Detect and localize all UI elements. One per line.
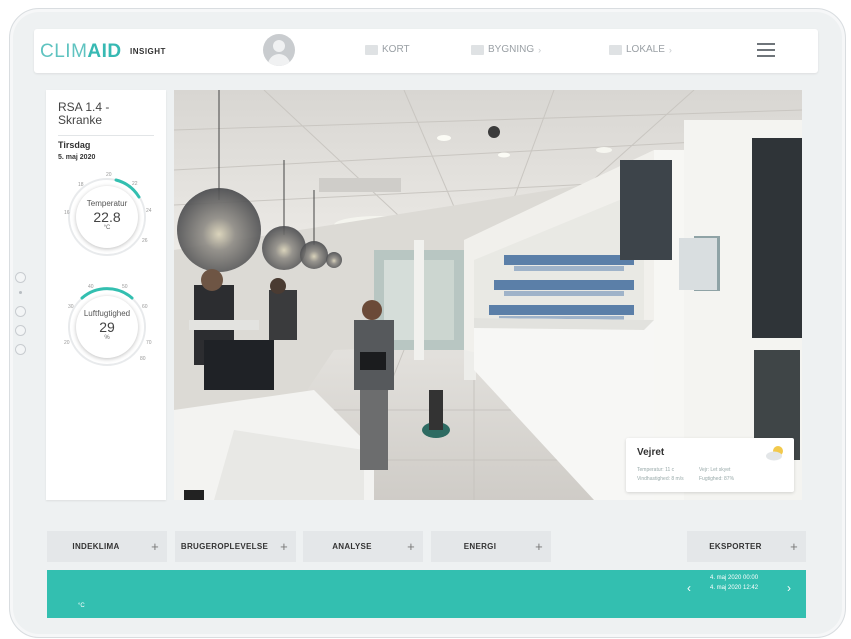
tablet-dot <box>18 291 22 294</box>
weather-temperature: Temperatur: 11 c <box>637 467 675 473</box>
temperature-value: 22.8 <box>93 209 121 225</box>
tab-energi[interactable]: ENERGI + <box>431 531 551 562</box>
plus-icon: + <box>280 539 288 554</box>
date-range-start: 4. maj 2020 00:00 <box>710 575 759 581</box>
tab-label: EKSPORTER <box>709 542 762 551</box>
tablet-button <box>14 306 26 317</box>
tablet-side-buttons <box>14 272 26 363</box>
plus-icon: + <box>535 539 543 554</box>
gauge-tick: 50 <box>122 284 128 290</box>
nav-item-label: BYGNING <box>488 44 535 55</box>
humidity-readout: Luftfugtighed 29 % <box>76 296 138 358</box>
current-date: 5. maj 2020 <box>58 154 96 161</box>
hamburger-menu-icon[interactable] <box>757 43 775 61</box>
temperature-gauge: 20 22 24 26 18 16 Temperatur 22.8 °C <box>62 172 152 262</box>
weather-card[interactable]: Vejret Temperatur: 11 c Vindhastighed: 8… <box>626 438 794 492</box>
tab-label: ENERGI <box>463 542 497 551</box>
nav-item-label: LOKALE <box>626 44 665 55</box>
humidity-label: Luftfugtighed <box>83 309 131 318</box>
plus-icon: + <box>790 539 798 554</box>
partly-cloudy-icon <box>766 446 783 461</box>
tab-label: ANALYSE <box>332 542 372 551</box>
location-name: RSA 1.4 - Skranke <box>58 100 110 127</box>
temperature-readout: Temperatur 22.8 °C <box>76 186 138 248</box>
tablet-button <box>14 272 26 283</box>
weekday: Tirsdag <box>58 140 91 150</box>
nav-item-lokale[interactable]: LOKALE › <box>609 44 672 55</box>
tablet-button <box>14 344 26 355</box>
nav-item-label: KORT <box>382 44 410 55</box>
humidity-value: 29 <box>99 319 115 335</box>
humidity-unit: % <box>104 335 110 341</box>
gauge-tick: 30 <box>68 304 74 310</box>
climaid-logo[interactable]: CLIMAID <box>40 41 122 63</box>
weather-wind: Vindhastighed: 8 m/s <box>637 476 684 482</box>
top-navigation-bar: CLIMAID INSIGHT KORT BYGNING › LOKALE › <box>34 29 818 73</box>
next-period-button[interactable]: › <box>787 581 791 595</box>
user-avatar[interactable] <box>263 34 295 66</box>
gauge-tick: 24 <box>146 208 152 214</box>
previous-period-button[interactable]: ‹ <box>687 581 691 595</box>
gauge-tick: 20 <box>106 172 112 178</box>
gauge-tick: 40 <box>88 284 94 290</box>
gauge-tick: 22 <box>132 181 138 187</box>
temperature-label: Temperatur <box>86 199 128 208</box>
unit-label: °C <box>78 603 85 609</box>
room-info-panel: RSA 1.4 - Skranke Tirsdag 5. maj 2020 20… <box>46 90 166 500</box>
chevron-right-icon: › <box>668 44 672 55</box>
tab-indeklima[interactable]: INDEKLIMA + <box>47 531 167 562</box>
logo-subtitle: INSIGHT <box>130 47 166 56</box>
plus-icon: + <box>151 539 159 554</box>
plus-icon: + <box>407 539 415 554</box>
tab-brugeroplevelse[interactable]: BRUGEROPLEVELSE + <box>175 531 296 562</box>
tab-label: BRUGEROPLEVELSE <box>180 542 269 551</box>
nav-item-bygning[interactable]: BYGNING › <box>471 44 541 55</box>
gauge-tick: 26 <box>142 238 148 244</box>
divider <box>58 135 154 136</box>
weather-humidity: Fugtighed: 87% <box>699 476 735 482</box>
avatar-body <box>268 54 290 66</box>
weather-title: Vejret <box>637 447 665 458</box>
tab-label: INDEKLIMA <box>72 542 120 551</box>
building-icon <box>471 44 484 55</box>
gauge-tick: 80 <box>140 356 146 362</box>
avatar-head <box>273 40 285 52</box>
gauge-tick: 16 <box>64 210 70 216</box>
nav-item-kort[interactable]: KORT <box>365 44 410 55</box>
weather-sky: Vejr: Let skyet <box>699 467 731 473</box>
map-icon <box>365 44 378 55</box>
temperature-unit: °C <box>103 225 111 231</box>
chart-footer-bar: °C ‹ 4. maj 2020 00:00 4. maj 2020 12:42… <box>47 570 806 618</box>
gauge-tick: 18 <box>78 182 84 188</box>
room-icon <box>609 44 622 55</box>
gauge-tick: 20 <box>64 340 70 346</box>
gauge-tick: 70 <box>146 340 152 346</box>
tab-analyse[interactable]: ANALYSE + <box>303 531 423 562</box>
logo-part-2: AID <box>87 41 122 62</box>
gauge-tick: 60 <box>142 304 148 310</box>
tab-eksporter[interactable]: EKSPORTER + <box>687 531 806 562</box>
chevron-right-icon: › <box>538 44 542 55</box>
logo-part-1: CLIM <box>40 41 88 62</box>
humidity-gauge: 40 50 30 60 20 70 80 Luftfugtighed 29 % <box>62 282 152 372</box>
tablet-button <box>14 325 26 336</box>
date-range-end: 4. maj 2020 12:42 <box>710 585 759 591</box>
